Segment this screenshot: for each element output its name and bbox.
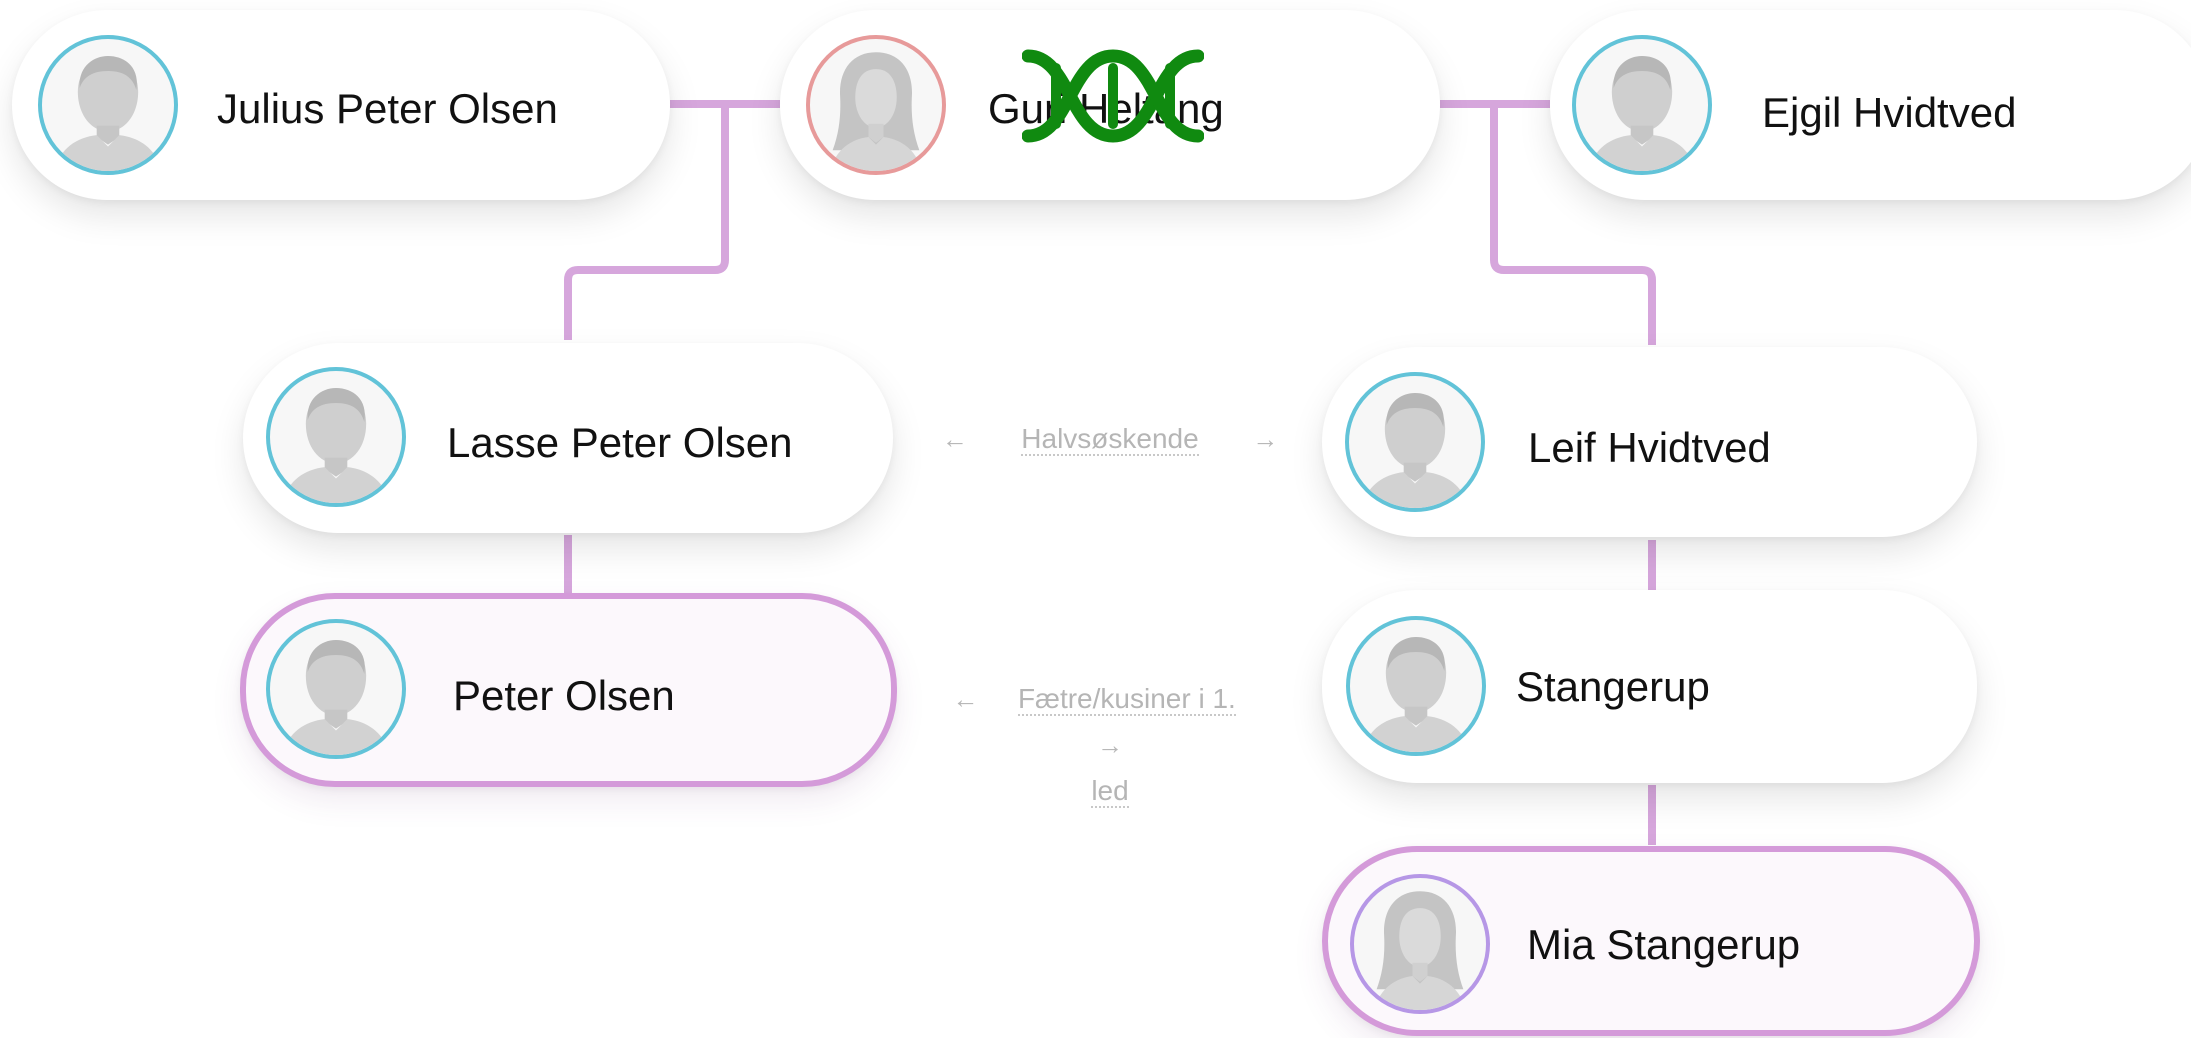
person-name: Lasse Peter Olsen bbox=[447, 419, 793, 466]
male-avatar-icon bbox=[283, 639, 389, 755]
male-avatar-icon bbox=[55, 55, 161, 171]
person-name: Ejgil Hvidtved bbox=[1762, 89, 2017, 136]
person-avatar bbox=[266, 367, 406, 507]
person-card-julius-peter-olsen[interactable]: Julius Peter Olsen bbox=[12, 10, 670, 200]
relation-label-line1[interactable]: Fætre/kusiner i 1. bbox=[1017, 683, 1236, 716]
person-avatar bbox=[266, 619, 406, 759]
person-card-ejgil-hvidtved[interactable]: Ejgil Hvidtved bbox=[1550, 10, 2191, 200]
relation-label[interactable]: Halvsøskende bbox=[1021, 423, 1199, 456]
male-avatar-icon bbox=[1363, 636, 1469, 752]
person-avatar bbox=[1345, 372, 1485, 512]
person-name: Julius Peter Olsen bbox=[217, 85, 558, 132]
left-arrow-icon: ← bbox=[941, 424, 968, 454]
dna-helix-icon[interactable] bbox=[1022, 48, 1204, 144]
person-card-peter-olsen[interactable]: Peter Olsen bbox=[240, 593, 897, 787]
male-avatar-icon bbox=[1362, 392, 1468, 508]
relation-first-cousins: ← Fætre/kusiner i 1. → led bbox=[940, 676, 1280, 814]
male-avatar-icon bbox=[1589, 55, 1695, 171]
person-avatar bbox=[38, 35, 178, 175]
person-avatar bbox=[1350, 874, 1490, 1014]
person-avatar bbox=[1346, 616, 1486, 756]
person-name: Stangerup bbox=[1516, 663, 1710, 710]
person-avatar bbox=[806, 35, 946, 175]
left-arrow-icon: ← bbox=[952, 684, 979, 714]
person-card-lasse-peter-olsen[interactable]: Lasse Peter Olsen bbox=[243, 343, 893, 533]
female-avatar-icon bbox=[830, 52, 922, 171]
relation-label-line2[interactable]: led bbox=[1091, 775, 1129, 808]
person-avatar bbox=[1572, 35, 1712, 175]
female-avatar-icon bbox=[1374, 891, 1466, 1010]
person-name: Mia Stangerup bbox=[1527, 921, 1801, 968]
right-arrow-icon: → bbox=[1252, 424, 1279, 454]
person-card-mia-stangerup[interactable]: Mia Stangerup bbox=[1322, 846, 1980, 1036]
person-name: Peter Olsen bbox=[453, 672, 675, 719]
male-avatar-icon bbox=[283, 387, 389, 503]
person-card-stangerup[interactable]: Stangerup bbox=[1322, 590, 1977, 783]
relation-halfsiblings: ← Halvsøskende → bbox=[940, 423, 1280, 456]
person-name: Leif Hvidtved bbox=[1528, 424, 1771, 471]
right-arrow-icon: → bbox=[1097, 730, 1123, 760]
person-card-leif-hvidtved[interactable]: Leif Hvidtved bbox=[1322, 347, 1977, 537]
